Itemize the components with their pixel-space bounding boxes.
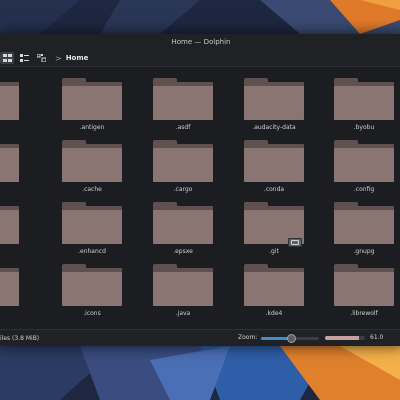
folder-item[interactable]: .asdf [146, 76, 220, 131]
folder-label: .antigen [79, 124, 105, 131]
folder-item[interactable]: .config [327, 138, 400, 193]
folder-label: .conda [263, 186, 285, 193]
folder-label: .asdf [175, 124, 191, 131]
folder-icon [62, 138, 122, 184]
folder-icon [0, 200, 19, 246]
folder-item[interactable]: .conda [237, 138, 311, 193]
icons-view-button[interactable] [0, 52, 14, 64]
breadcrumb-home[interactable]: Home [66, 54, 89, 62]
free-space-fill [325, 336, 359, 340]
file-grid: android .antigen .asdf .audacity-data .byobu… [0, 67, 400, 329]
folder-icon [153, 262, 213, 308]
folder-item[interactable]: .byobu [327, 76, 400, 131]
folder-item[interactable]: .audacity-data [237, 76, 311, 131]
breadcrumb-separator: > [55, 53, 62, 63]
window-title: Home — Dolphin [171, 38, 231, 46]
folder-label: .cargo [173, 186, 193, 193]
folder-icon [0, 138, 19, 184]
window-titlebar[interactable]: Home — Dolphin [0, 34, 400, 50]
folder-item[interactable]: mex [0, 262, 26, 317]
folder-item[interactable]: .kde4 [237, 262, 311, 317]
folder-icon [244, 262, 304, 308]
folder-label: .kde4 [265, 310, 283, 317]
zoom-slider-handle[interactable] [287, 334, 296, 343]
folder-icon [153, 76, 213, 122]
folder-item[interactable]: .librewolf [327, 262, 400, 317]
folder-label: .icons [83, 310, 101, 317]
zoom-slider-fill [261, 337, 290, 340]
folder-item[interactable]: .enhancd [55, 200, 129, 255]
compact-view-icon [19, 54, 29, 62]
status-text: iles (3.8 MiB) [0, 335, 40, 342]
folder-icon [153, 200, 213, 246]
folder-item[interactable]: .icons [55, 262, 129, 317]
folder-item[interactable]: .cargo [146, 138, 220, 193]
statusbar: iles (3.8 MiB) Zoom: 61.0 [0, 329, 400, 346]
folder-label: .cache [82, 186, 102, 193]
zoom-slider[interactable] [261, 334, 319, 343]
details-view-button[interactable] [34, 52, 48, 64]
folder-icon [334, 138, 394, 184]
folder-label: .config [353, 186, 375, 193]
folder-label: .epsxe [173, 248, 193, 255]
folder-label: .audacity-data [252, 124, 296, 131]
folder-icon [334, 200, 394, 246]
folder-item[interactable]: .git [237, 200, 311, 255]
folder-icon [153, 138, 213, 184]
free-space-bar[interactable] [325, 336, 365, 340]
folder-icon [244, 76, 304, 122]
folder-icon [334, 262, 394, 308]
zoom-label: Zoom: [238, 334, 258, 341]
folder-icon [244, 138, 304, 184]
details-view-icon [36, 54, 46, 62]
folder-label: mex [0, 310, 26, 317]
link-emblem-icon [288, 238, 302, 247]
toolbar: > Home [0, 50, 400, 67]
folder-item[interactable]: .antigen [55, 76, 129, 131]
folder-item[interactable]: .cache [55, 138, 129, 193]
folder-label: .byobu [353, 124, 375, 131]
folder-label: android [0, 124, 26, 131]
folder-icon [62, 200, 122, 246]
folder-label: .java [175, 310, 191, 317]
compact-view-button[interactable] [17, 52, 31, 64]
folder-item[interactable]: android [0, 76, 26, 131]
folder-label: abal [0, 186, 26, 193]
folder-icon [0, 262, 19, 308]
folder-icon [244, 200, 304, 247]
folder-label: .gnupg [353, 248, 375, 255]
folder-item[interactable]: .epsxe [146, 200, 220, 255]
folder-label: .librewolf [350, 310, 378, 317]
folder-item[interactable]: acs.d [0, 200, 26, 255]
free-space-text: 61.0 [370, 334, 384, 341]
dolphin-window: Home — Dolphin > Home android.antigen.a [0, 34, 400, 346]
icons-view-icon [2, 54, 12, 62]
folder-icon [334, 76, 394, 122]
folder-item[interactable]: .gnupg [327, 200, 400, 255]
folder-label: acs.d [0, 248, 26, 255]
folder-icon [62, 76, 122, 122]
folder-icon [0, 76, 19, 122]
file-view[interactable]: android .antigen .asdf .audacity-data .byobu… [0, 67, 400, 329]
folder-icon [62, 262, 122, 308]
folder-item[interactable]: abal [0, 138, 26, 193]
folder-label: .git [269, 248, 279, 255]
folder-label: .enhancd [78, 248, 106, 255]
folder-item[interactable]: .java [146, 262, 220, 317]
